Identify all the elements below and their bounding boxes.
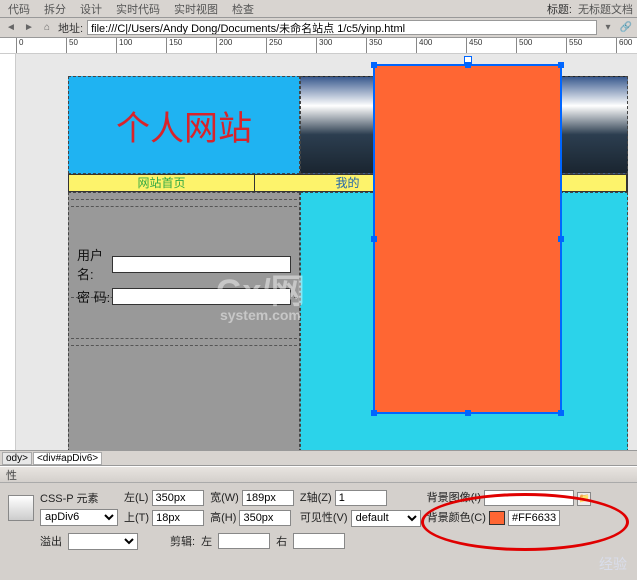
tab-liveview[interactable]: 实时视图 — [170, 1, 222, 17]
site-title: 个人网站 — [116, 101, 252, 150]
zindex-input[interactable] — [335, 490, 387, 506]
home-icon[interactable]: ⌂ — [40, 21, 54, 35]
watermark-badge: 经验 — [599, 554, 627, 574]
resize-handle[interactable] — [558, 236, 564, 242]
cssp-label: CSS-P 元素 — [40, 490, 118, 506]
top-input[interactable] — [152, 510, 204, 526]
visibility-select[interactable]: default — [351, 510, 421, 527]
clip-right-input[interactable] — [293, 533, 345, 549]
properties-header[interactable]: 性 — [0, 467, 637, 483]
tab-split[interactable]: 拆分 — [40, 1, 70, 17]
height-input[interactable] — [239, 510, 291, 526]
title-label: 标题: — [547, 1, 572, 17]
dropdown-icon[interactable]: ▾ — [601, 21, 615, 35]
header-logo-cell[interactable]: 个人网站 — [68, 76, 300, 174]
username-input[interactable] — [112, 256, 291, 273]
tab-code[interactable]: 代码 — [4, 1, 34, 17]
ruler-horizontal: 0 50 100 150 200 250 300 350 400 450 500… — [0, 38, 637, 54]
properties-panel: 性 CSS-P 元素 apDiv6 左(L) 上(T) 宽(W) 高(H) Z轴… — [0, 466, 637, 580]
address-label: 地址: — [58, 20, 83, 36]
bgimage-input[interactable] — [484, 490, 574, 506]
clip-left-input[interactable] — [218, 533, 270, 549]
overflow-select[interactable] — [68, 533, 138, 550]
password-input[interactable] — [112, 288, 291, 305]
tag-apdiv6[interactable]: <div#apDiv6> — [33, 452, 102, 465]
tag-body[interactable]: ody> — [2, 452, 32, 465]
forward-icon[interactable]: ► — [22, 21, 36, 35]
address-bar: ◄ ► ⌂ 地址: ▾ 🔗 — [0, 18, 637, 38]
sidebar[interactable]: 用户名: 密 码: — [68, 192, 300, 450]
top-toolbar: 代码 拆分 设计 实时代码 实时视图 检查 标题: 无标题文档 — [0, 0, 637, 18]
title-value: 无标题文档 — [578, 1, 633, 17]
tag-selector-bar: ody> <div#apDiv6> — [0, 450, 637, 466]
resize-handle[interactable] — [558, 62, 564, 68]
ruler-vertical — [0, 54, 16, 450]
address-input[interactable] — [87, 20, 597, 35]
tab-livecode[interactable]: 实时代码 — [112, 1, 164, 17]
password-label: 密 码: — [77, 287, 112, 306]
folder-icon[interactable]: 📁 — [577, 492, 591, 506]
element-type-icon — [8, 495, 34, 521]
resize-handle[interactable] — [558, 410, 564, 416]
username-label: 用户名: — [77, 245, 112, 283]
apdiv6-selected[interactable] — [373, 64, 562, 414]
overflow-label: 溢出 — [40, 533, 62, 549]
design-canvas[interactable]: 个人网站 网站首页 我的 日志 用户名: — [0, 54, 637, 450]
bgcolor-input[interactable] — [508, 510, 560, 526]
resize-handle[interactable] — [465, 62, 471, 68]
resize-handle[interactable] — [371, 62, 377, 68]
left-input[interactable] — [152, 490, 204, 506]
tab-inspect[interactable]: 检查 — [228, 1, 258, 17]
resize-handle[interactable] — [465, 410, 471, 416]
tab-design[interactable]: 设计 — [76, 1, 106, 17]
resize-handle[interactable] — [371, 410, 377, 416]
element-id-select[interactable]: apDiv6 — [40, 509, 118, 526]
bgcolor-swatch[interactable] — [489, 511, 505, 525]
resize-handle[interactable] — [371, 236, 377, 242]
nav-item-home[interactable]: 网站首页 — [69, 175, 255, 191]
width-input[interactable] — [242, 490, 294, 506]
back-icon[interactable]: ◄ — [4, 21, 18, 35]
link-icon[interactable]: 🔗 — [619, 21, 633, 35]
login-form: 用户名: 密 码: — [73, 245, 295, 310]
